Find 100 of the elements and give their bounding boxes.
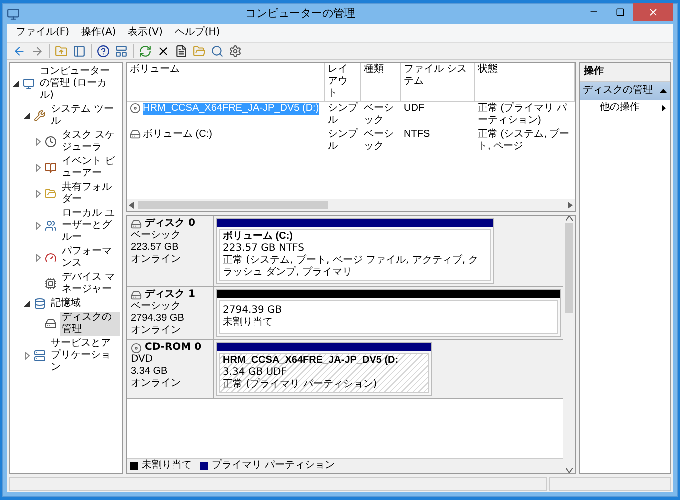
scroll-right-icon[interactable] [568, 202, 573, 208]
table-cell: シンプル [328, 103, 358, 127]
action-item[interactable]: 他の操作 [600, 102, 640, 114]
collapsed-arrow-icon[interactable] [36, 222, 40, 230]
partition-block[interactable]: ボリューム (C:) 223.57 GB NTFS 正常 (システム, ブート, ページ ファイル, アクティブ, クラッシュ ダンプ, プライマリ [216, 218, 494, 284]
maximize-icon [616, 8, 624, 16]
tree-item[interactable]: ローカル ユーザーとグルー [60, 208, 120, 244]
scroll-down-icon[interactable] [566, 468, 572, 473]
scroll-thumb[interactable] [138, 201, 328, 209]
partition-title: ボリューム (C:) [223, 231, 294, 243]
menu-item[interactable]: 操作(A) [76, 26, 122, 40]
hard-drive-icon [130, 129, 141, 140]
partition-info: 2794.39 GB [223, 305, 284, 316]
monitor-icon [23, 78, 35, 90]
partition-info: 正常 (プライマリ パーティション) [223, 379, 378, 391]
settings-icon[interactable] [229, 44, 242, 58]
collapsed-arrow-icon[interactable] [24, 352, 30, 360]
users-icon [45, 220, 57, 232]
collapsed-arrow-icon[interactable] [36, 164, 40, 172]
folder-icon [45, 188, 57, 200]
tree-item[interactable]: 記憶域 [49, 298, 83, 310]
tree-item[interactable]: デバイス マネージャー [60, 272, 120, 296]
database-icon [34, 298, 46, 310]
table-cell: 正常 (システム, ブート, ページ [478, 129, 570, 152]
disk-type: DVD [131, 354, 154, 366]
disk-size: 3.34 GB [131, 366, 169, 378]
scroll-left-icon[interactable] [129, 202, 134, 208]
hard-drive-icon [45, 318, 57, 330]
scroll-thumb[interactable] [565, 223, 573, 313]
partition-info: 223.57 GB NTFS [223, 243, 306, 254]
column-header[interactable]: 種類 [361, 63, 401, 102]
legend-label: 未割り当て [142, 460, 192, 472]
refresh-icon[interactable] [139, 44, 152, 58]
table-cell: シンプル [328, 129, 358, 153]
scroll-up-icon[interactable] [566, 216, 572, 221]
tree-item[interactable]: タスク スケジューラ [60, 130, 120, 154]
disc-icon [131, 342, 142, 354]
table-cell[interactable]: ボリューム (C:) [143, 129, 212, 141]
partition-title: HRM_CCSA_X64FRE_JA-JP_DV5 (D: [223, 355, 400, 367]
column-header[interactable]: ファイル システム [401, 63, 475, 102]
disk-status: オンライン [131, 325, 182, 337]
tree-item[interactable]: パフォーマンス [60, 246, 120, 270]
wrench-icon [34, 110, 46, 122]
legend-label: プライマリ パーティション [212, 460, 336, 472]
clock-icon [45, 136, 57, 148]
panel-icon[interactable] [73, 44, 86, 58]
tree-item[interactable]: ディスクの管理 [60, 312, 120, 336]
table-cell: 正常 (プライマリ パーティション) [478, 103, 567, 126]
horizontal-scrollbar[interactable] [127, 199, 575, 211]
delete-icon[interactable] [157, 44, 170, 58]
menu-item[interactable]: 表示(V) [123, 26, 168, 40]
forward-icon[interactable] [31, 44, 44, 58]
hard-drive-icon [131, 218, 142, 230]
disk-name: ディスク 1 [145, 289, 196, 301]
close-button[interactable] [633, 3, 673, 21]
book-icon [45, 162, 57, 174]
disk-size: 223.57 GB [131, 242, 180, 254]
tree-item[interactable]: イベント ビューアー [60, 156, 120, 180]
table-cell: UDF [404, 103, 425, 115]
tree-item[interactable]: 共有フォルダー [60, 182, 120, 206]
folder-icon[interactable] [193, 44, 206, 58]
collapse-arrow-icon[interactable] [660, 89, 667, 93]
actions-section[interactable]: ディスクの管理 [580, 82, 670, 100]
table-cell: NTFS [404, 129, 430, 141]
server-icon [34, 350, 46, 362]
back-icon[interactable] [13, 44, 26, 58]
disk-status: オンライン [131, 378, 182, 390]
expanded-arrow-icon[interactable] [24, 301, 30, 307]
menu-item[interactable]: ヘルプ(H) [170, 26, 226, 40]
tree-item[interactable]: システム ツール [49, 104, 120, 128]
table-cell-text: ベーシック [364, 103, 395, 127]
folder-icon[interactable] [55, 44, 68, 58]
panel-icon[interactable] [115, 44, 128, 58]
column-header[interactable]: レイアウト [325, 63, 361, 102]
window-title: コンピューターの管理 [244, 8, 356, 20]
gauge-icon [45, 252, 57, 264]
search-icon[interactable] [211, 44, 224, 58]
disk-name: CD-ROM 0 [145, 342, 202, 354]
tree-item[interactable]: サービスとアプリケーション [49, 338, 120, 374]
document-icon[interactable] [175, 44, 188, 58]
collapsed-arrow-icon[interactable] [36, 254, 40, 262]
help-icon[interactable] [97, 44, 110, 58]
partition-block[interactable]: HRM_CCSA_X64FRE_JA-JP_DV5 (D: 3.34 GB UDF 正常 (プライマリ パーティション) [216, 342, 432, 396]
tree-item[interactable]: コンピューターの管理 (ローカル) [38, 66, 120, 102]
disk-size: 2794.39 GB [131, 313, 186, 325]
expanded-arrow-icon[interactable] [24, 113, 30, 119]
disc-icon [130, 103, 141, 114]
partition-info: 3.34 GB UDF [223, 367, 288, 378]
collapsed-arrow-icon[interactable] [36, 190, 40, 198]
expanded-arrow-icon[interactable] [13, 81, 19, 87]
partition-block[interactable]: 2794.39 GB 未割り当て [216, 289, 561, 337]
column-header[interactable]: ボリューム [127, 63, 325, 102]
chip-icon [45, 278, 57, 290]
close-icon [648, 6, 658, 18]
collapsed-arrow-icon[interactable] [36, 138, 40, 146]
column-header[interactable]: 状態 [475, 63, 575, 102]
section-title: ディスクの管理 [583, 85, 653, 97]
vertical-scrollbar[interactable] [563, 216, 575, 473]
menu-item[interactable]: ファイル(F) [11, 26, 75, 40]
disk-status: オンライン [131, 254, 182, 266]
